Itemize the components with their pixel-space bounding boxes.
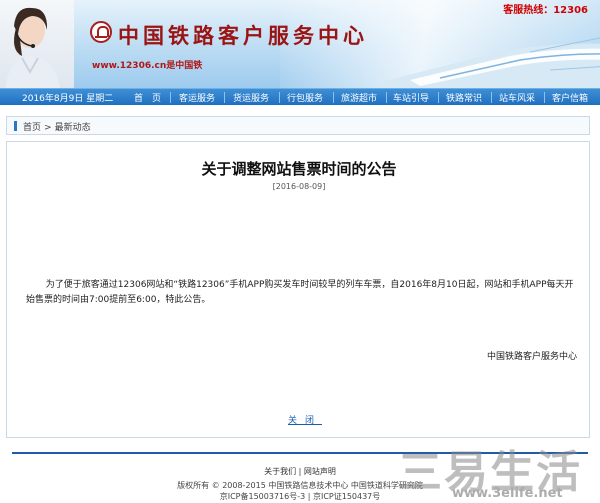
nav-item-baggage-service[interactable]: 行包服务 — [287, 91, 323, 104]
nav-item-station-guide[interactable]: 车站引导 — [393, 91, 429, 104]
close-link[interactable]: 关闭 — [288, 413, 322, 426]
header-banner: 中国铁路客户服务中心 www.12306.cn是中国铁 客服热线：12306 — [0, 0, 600, 88]
nav-divider — [386, 92, 387, 103]
nav-divider — [333, 92, 334, 103]
breadcrumb: 首页 > 最新动态 — [6, 116, 590, 135]
breadcrumb-current: 最新动态 — [54, 123, 91, 133]
nav-item-travel-market[interactable]: 旅游超市 — [341, 91, 377, 104]
watermark-logo: 三易生活 www.3elife.net — [388, 436, 598, 502]
site-title: 中国铁路客户服务中心 — [118, 23, 368, 48]
breadcrumb-home-link[interactable]: 首页 — [23, 123, 41, 133]
notice-body: 为了便于旅客通过12306网站和“铁路12306”手机APP购买发车时间较早的列… — [26, 280, 574, 305]
train-image — [380, 37, 600, 88]
footer-about-link[interactable]: 关于我们 — [264, 467, 296, 476]
nav-item-freight-service[interactable]: 货运服务 — [233, 91, 269, 104]
breadcrumb-separator: > — [44, 123, 52, 133]
breadcrumb-trail: 首页 > 最新动态 — [23, 120, 94, 133]
nav-divider — [279, 92, 280, 103]
nav-divider — [170, 92, 171, 103]
watermark-url: www.3elife.net — [452, 486, 563, 501]
footer-link-divider: | — [298, 467, 302, 476]
breadcrumb-marker — [14, 121, 17, 131]
nav-item-customer-mailbox[interactable]: 客户信箱 — [552, 91, 588, 104]
site-url: www.12306.cn是中国铁 — [92, 61, 203, 71]
customer-service-agent-image — [0, 0, 74, 88]
notice-title: 关于调整网站售票时间的公告 — [201, 160, 397, 178]
nav-item-home[interactable]: 首 页 — [134, 91, 161, 104]
nav-divider — [438, 92, 439, 103]
main-nav: 2016年8月9日 星期二 首 页 客运服务 货运服务 行包服务 旅游超市 车站… — [0, 88, 600, 105]
nav-divider — [224, 92, 225, 103]
nav-divider — [544, 92, 545, 103]
nav-date: 2016年8月9日 星期二 — [22, 94, 114, 104]
nav-item-passenger-service[interactable]: 客运服务 — [179, 91, 215, 104]
railway-logo-icon — [90, 21, 112, 43]
nav-item-station-gallery[interactable]: 站车风采 — [499, 91, 535, 104]
notice-date: [2016-08-09] — [272, 182, 326, 191]
hotline-text: 客服热线：12306 — [503, 5, 588, 16]
nav-divider — [491, 92, 492, 103]
notice-panel: 关于调整网站售票时间的公告 [2016-08-09] 为了便于旅客通过12306… — [6, 141, 590, 438]
footer-statement-link[interactable]: 网站声明 — [304, 467, 336, 476]
nav-item-railway-knowledge[interactable]: 铁路常识 — [446, 91, 482, 104]
notice-signature: 中国铁路客户服务中心 — [486, 352, 577, 362]
